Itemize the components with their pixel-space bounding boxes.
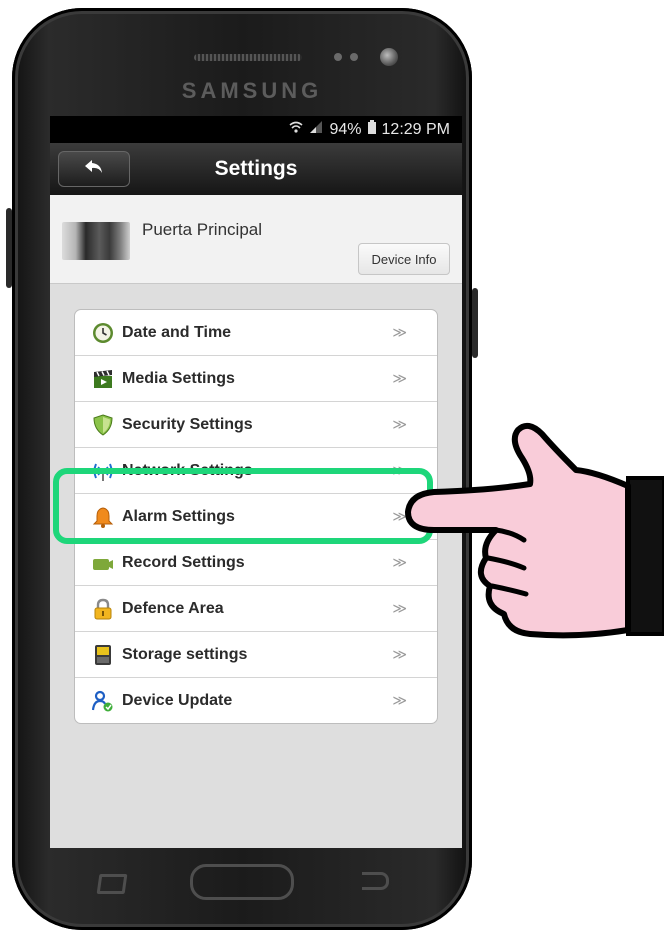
menu-item-label: Record Settings [122, 553, 245, 571]
menu-item-label: Security Settings [122, 415, 253, 433]
back-button[interactable] [58, 151, 130, 187]
pointing-hand-icon [405, 422, 664, 639]
page-title: Settings [214, 157, 298, 180]
menu-item-label: Storage settings [122, 645, 248, 663]
clapper-icon [92, 368, 114, 390]
lock-icon [92, 598, 114, 620]
update-icon [92, 690, 114, 712]
volume-button [6, 208, 12, 288]
back-arrow-icon [84, 158, 104, 181]
earpiece-speaker [194, 54, 302, 61]
recent-apps-key[interactable] [96, 874, 128, 894]
chevron-right-icon: ≫ [392, 692, 407, 708]
back-key[interactable] [362, 872, 389, 890]
clock-icon [92, 322, 114, 344]
wifi-status-icon [289, 120, 303, 139]
menu-item-security-settings[interactable]: Security Settings ≫ [75, 402, 437, 448]
menu-item-device-update[interactable]: Device Update ≫ [75, 678, 437, 723]
chevron-right-icon: ≫ [392, 370, 407, 386]
device-info-button[interactable]: Device Info [358, 243, 450, 275]
alarm-settings-highlight [53, 468, 433, 544]
device-name: Puerta Principal [142, 220, 263, 239]
status-bar: 94% 12:29 PM [50, 116, 462, 143]
menu-item-label: Defence Area [122, 599, 224, 617]
chevron-right-icon: ≫ [392, 646, 407, 662]
chevron-right-icon: ≫ [392, 324, 407, 340]
front-camera [380, 48, 398, 66]
clock-time: 12:29 PM [381, 120, 450, 138]
home-key[interactable] [190, 864, 294, 900]
menu-item-record-settings[interactable]: Record Settings ≫ [75, 540, 437, 586]
sdcard-icon [92, 644, 114, 666]
battery-icon [367, 120, 376, 139]
device-card: Puerta Principal Device Info [50, 195, 462, 284]
menu-item-date-time[interactable]: Date and Time ≫ [75, 310, 437, 356]
signal-icon [309, 120, 323, 139]
battery-percent: 94% [329, 120, 362, 138]
sensor-dot [350, 53, 358, 61]
menu-item-label: Device Update [122, 691, 233, 709]
menu-item-label: Date and Time [122, 323, 232, 341]
power-button [472, 288, 478, 358]
sensor-dot [334, 53, 342, 61]
menu-item-storage-settings[interactable]: Storage settings ≫ [75, 632, 437, 678]
camera-thumbnail[interactable] [62, 222, 130, 260]
menu-item-label: Media Settings [122, 369, 235, 387]
shield-icon [92, 413, 114, 436]
brand-logo: SAMSUNG [181, 78, 323, 103]
record-icon [92, 552, 114, 574]
title-bar: Settings [50, 143, 462, 195]
menu-item-media-settings[interactable]: Media Settings ≫ [75, 356, 437, 402]
menu-item-defence-area[interactable]: Defence Area ≫ [75, 586, 437, 632]
